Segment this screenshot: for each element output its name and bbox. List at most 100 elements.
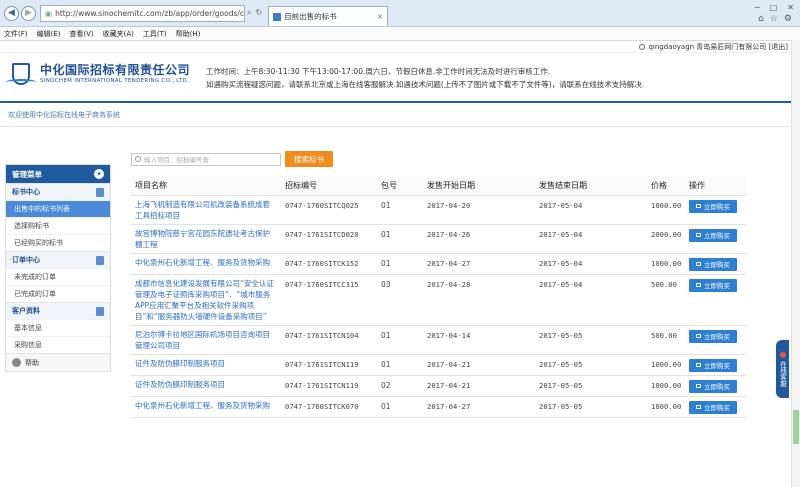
home-icon[interactable]: ⌂ xyxy=(758,14,764,24)
browser-tool-icons: ⌂ ☆ ⚙ xyxy=(758,14,792,24)
user-info[interactable]: qingdaoyagn 青岛易匠网门有限公司 [退出] xyxy=(648,42,788,52)
sidebar-item-select-bid[interactable]: 选择购标书 xyxy=(6,217,110,234)
chevron-down-icon[interactable]: ▾ xyxy=(94,169,104,179)
bid-code: 0747-1761SITCN119 xyxy=(281,375,377,397)
column-header: 包号 xyxy=(377,176,423,196)
cart-icon xyxy=(96,255,104,265)
project-name-link[interactable]: 尼泊尔博卡拉地区国际机场项目咨询项目管理公司项目 xyxy=(131,325,281,355)
menu-item[interactable]: 编辑(E) xyxy=(37,29,61,39)
favorites-icon[interactable]: ☆ xyxy=(770,14,778,24)
sale-start-date: 2017-04-28 xyxy=(423,274,535,326)
browser-menubar: 文件(F) 编辑(E) 查看(V) 收藏夹(A) 工具(T) 帮助(H) xyxy=(0,27,800,41)
project-name-link[interactable]: 证件及防伪膜印制服务项目 xyxy=(131,354,281,376)
page-scrollbar[interactable] xyxy=(791,40,800,487)
bid-code: 0747-1760SITCC315 xyxy=(281,274,377,326)
buy-now-button[interactable]: 立即购买 xyxy=(689,278,737,292)
sidebar-item-unfinished-orders[interactable]: 未完成的订单 xyxy=(6,268,110,285)
sidebar-group-label: 标书中心 xyxy=(12,188,40,196)
buy-now-button[interactable]: 立即购买 xyxy=(689,329,737,343)
search-placeholder: 输入项目、招标编号查 xyxy=(144,156,209,164)
window-controls: ─ □ ✕ xyxy=(755,3,794,12)
buy-now-button[interactable]: 立即购买 xyxy=(689,257,737,271)
column-header: 发售结束日期 xyxy=(535,176,647,196)
tab-close-icon[interactable]: × xyxy=(377,12,383,21)
project-name-link[interactable]: 中化泉州石化新增工程、服务及货物采购 xyxy=(131,396,281,418)
buy-now-button[interactable]: 立即购买 xyxy=(689,228,737,242)
table-row: 中化泉州石化新增工程、服务及货物采购 0747-1760SITCK070 01 201… xyxy=(131,396,746,418)
browser-tab[interactable]: 目前出售的标书 × xyxy=(268,6,389,26)
sale-end-date: 2017-05-05 xyxy=(535,354,647,376)
buy-now-label: 立即购买 xyxy=(704,261,730,269)
search-input[interactable]: 输入项目、招标编号查 xyxy=(131,152,281,166)
column-header: 操作 xyxy=(685,176,746,196)
buy-now-button[interactable]: 立即购买 xyxy=(689,379,737,393)
sidebar-item-help[interactable]: 帮助 xyxy=(6,353,110,371)
sidebar-item-on-sale[interactable]: 出售中的标书列表 xyxy=(6,200,110,217)
sale-start-date: 2017-04-21 xyxy=(423,375,535,397)
sidebar-item-purchase-info[interactable]: 采购信息 xyxy=(6,336,110,353)
maximize-icon[interactable]: □ xyxy=(770,3,778,12)
table-row: 成都市信息化建设发展有限公司“安全认证管理及电子证照库采购项目”、“城市服务AP… xyxy=(131,274,746,326)
sale-start-date: 2017-04-20 xyxy=(423,195,535,225)
online-service-button[interactable]: 在线客服 xyxy=(776,340,789,398)
company-name-en: SINOCHEM INTERNATIONAL TENDERING CO., LT… xyxy=(40,78,190,84)
company-name: 中化国际招标有限责任公司 xyxy=(40,63,191,77)
forward-icon[interactable]: ▶ xyxy=(21,5,36,21)
cart-icon xyxy=(696,334,701,338)
project-name-link[interactable]: 上海飞机制造有限公司机改装备系统成套工具招标项目 xyxy=(131,195,281,225)
search-icon[interactable]: ⌕ xyxy=(247,8,251,18)
buy-now-button[interactable]: 立即购买 xyxy=(689,358,737,372)
work-hours-notice: 工作时间：上午8:30-11:30 下午13:00-17:00.周六日、节假日休… xyxy=(206,65,644,91)
search-button[interactable]: 搜索标书 xyxy=(285,151,333,167)
table-row: 证件及防伪膜印制服务项目 0747-1761SITCN119 01 2017-04-2… xyxy=(131,354,746,376)
sidebar-item-basic-info[interactable]: 基本信息 xyxy=(6,319,110,336)
user-bar: qingdaoyagn 青岛易匠网门有限公司 [退出] xyxy=(0,41,800,53)
scrollbar-thumb[interactable] xyxy=(793,410,799,444)
address-bar[interactable]: ▣ http://www.sinochemitc.com/zb/app/orde… xyxy=(40,4,245,22)
menu-item[interactable]: 工具(T) xyxy=(143,29,167,39)
price: 1000.00 xyxy=(647,354,685,376)
sidebar-title: 管理菜单 xyxy=(12,169,42,179)
sale-start-date: 2017-04-27 xyxy=(423,253,535,275)
refresh-icon[interactable]: ↻ xyxy=(255,8,262,18)
project-name-link[interactable]: 中化泉州石化新增工程、服务及货物采购 xyxy=(131,253,281,275)
close-window-icon[interactable]: ✕ xyxy=(787,3,794,12)
menu-item[interactable]: 查看(V) xyxy=(69,29,93,39)
search-row: 输入项目、招标编号查 搜索标书 xyxy=(131,151,771,167)
project-name-link[interactable]: 证件及防伪膜印制服务项目 xyxy=(131,375,281,397)
action-cell: 立即购买 xyxy=(685,274,746,326)
bid-code: 0747-1761SITCN119 xyxy=(281,354,377,376)
action-cell: 立即购买 xyxy=(685,224,746,254)
buy-now-label: 立即购买 xyxy=(704,383,730,391)
sidebar-group-bid-center[interactable]: 标书中心 xyxy=(6,183,110,200)
buy-now-button[interactable]: 立即购买 xyxy=(689,199,737,213)
bid-code: 0747-1760SITCQ025 xyxy=(281,195,377,225)
help-icon xyxy=(12,358,21,367)
content-area: 管理菜单 ▾ 标书中心 出售中的标书列表 选择购标书 已经购买的标书 订单中心 … xyxy=(0,150,800,487)
sale-end-date: 2017-05-05 xyxy=(535,396,647,418)
menu-item[interactable]: 文件(F) xyxy=(4,29,28,39)
sidebar-group-customer-info[interactable]: 客户资料 xyxy=(6,302,110,319)
menu-item[interactable]: 收藏夹(A) xyxy=(103,29,134,39)
bid-code: 0747-1760SITCK152 xyxy=(281,253,377,275)
buy-now-button[interactable]: 立即购买 xyxy=(689,400,737,414)
sidebar-header[interactable]: 管理菜单 ▾ xyxy=(6,165,110,183)
sidebar-item-purchased[interactable]: 已经购买的标书 xyxy=(6,234,110,251)
package-number: 01 xyxy=(377,325,423,355)
sidebar: 管理菜单 ▾ 标书中心 出售中的标书列表 选择购标书 已经购买的标书 订单中心 … xyxy=(5,164,111,372)
notice-line-2: 如遇购买流程疑惑问题，请联系北京或上海在线客服解决.如遇技术问题(上传不了图片或… xyxy=(206,80,645,89)
table-row: 上海飞机制造有限公司机改装备系统成套工具招标项目 0747-1760SITCQ02… xyxy=(131,195,746,225)
cart-icon xyxy=(696,363,701,367)
back-icon[interactable]: ◀ xyxy=(4,5,19,21)
table-header-row: 项目名称 招标编号 包号 发售开始日期 发售结束日期 价格 操作 xyxy=(131,176,746,196)
minimize-icon[interactable]: ─ xyxy=(755,3,760,12)
sidebar-group-order-center[interactable]: 订单中心 xyxy=(6,251,110,268)
action-cell: 立即购买 xyxy=(685,354,746,376)
project-name-link[interactable]: 成都市信息化建设发展有限公司“安全认证管理及电子证照库采购项目”、“城市服务AP… xyxy=(131,274,281,326)
menu-item[interactable]: 帮助(H) xyxy=(176,29,201,39)
project-name-link[interactable]: 故宫博物院慈宁宫花园东院遗址考古保护棚工程 xyxy=(131,224,281,254)
address-text: http://www.sinochemitc.com/zb/app/order/… xyxy=(55,8,245,18)
settings-gear-icon[interactable]: ⚙ xyxy=(784,14,792,24)
price: 2000.00 xyxy=(647,224,685,254)
sidebar-item-finished-orders[interactable]: 已完成的订单 xyxy=(6,285,110,302)
